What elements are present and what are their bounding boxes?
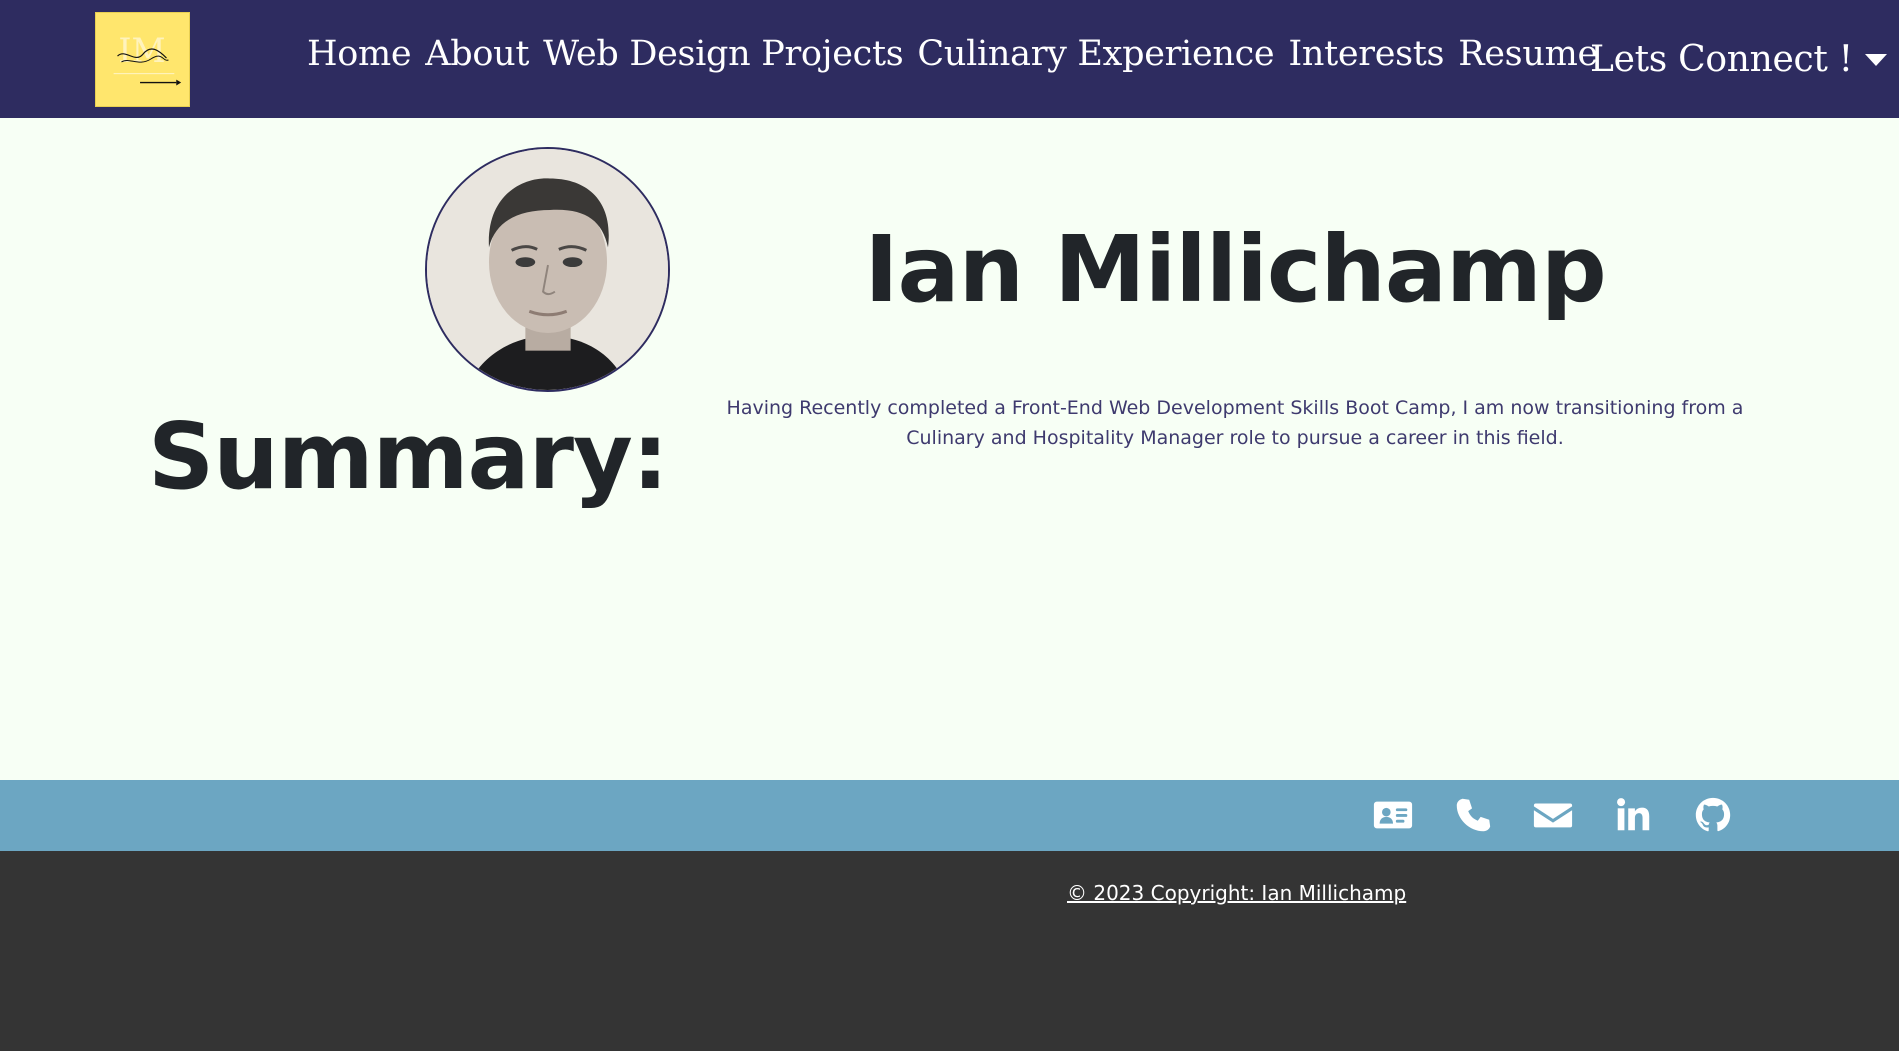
nav-link-web-design-projects[interactable]: Web Design Projects [536, 30, 910, 78]
top-navbar: IM Home About Web Design Projects Culina… [0, 0, 1899, 118]
social-icons [1372, 794, 1734, 836]
copyright-link[interactable]: © 2023 Copyright: Ian Millichamp [1067, 878, 1406, 908]
main-nav: Home About Web Design Projects Culinary … [300, 30, 1605, 78]
summary-text: Having Recently completed a Front-End We… [726, 397, 1744, 449]
phone-icon[interactable] [1452, 794, 1494, 836]
github-icon[interactable] [1692, 794, 1734, 836]
page-title-name: Ian Millichamp [864, 216, 1606, 323]
summary-heading: Summary: [148, 403, 669, 510]
nav-link-resume[interactable]: Resume [1451, 30, 1605, 78]
envelope-icon[interactable] [1532, 794, 1574, 836]
footer: © 2023 Copyright: Ian Millichamp [0, 851, 1899, 1051]
nav-link-about[interactable]: About [418, 30, 536, 78]
site-logo-icon[interactable]: IM [95, 12, 190, 107]
nav-link-home[interactable]: Home [300, 30, 418, 78]
linkedin-icon[interactable] [1612, 794, 1654, 836]
profile-photo-icon [427, 149, 668, 390]
logo-monogram-icon: IM [113, 31, 182, 86]
social-bar [0, 780, 1899, 851]
lets-connect-label: Lets Connect ! [1590, 39, 1853, 80]
nav-link-culinary-experience[interactable]: Culinary Experience [910, 30, 1281, 78]
nav-link-interests[interactable]: Interests [1281, 30, 1451, 78]
lets-connect-dropdown[interactable]: Lets Connect ! [1590, 36, 1887, 84]
caret-down-icon [1864, 54, 1887, 66]
contact-card-icon[interactable] [1372, 794, 1414, 836]
svg-text:IM: IM [118, 31, 165, 70]
profile-avatar [425, 147, 670, 392]
